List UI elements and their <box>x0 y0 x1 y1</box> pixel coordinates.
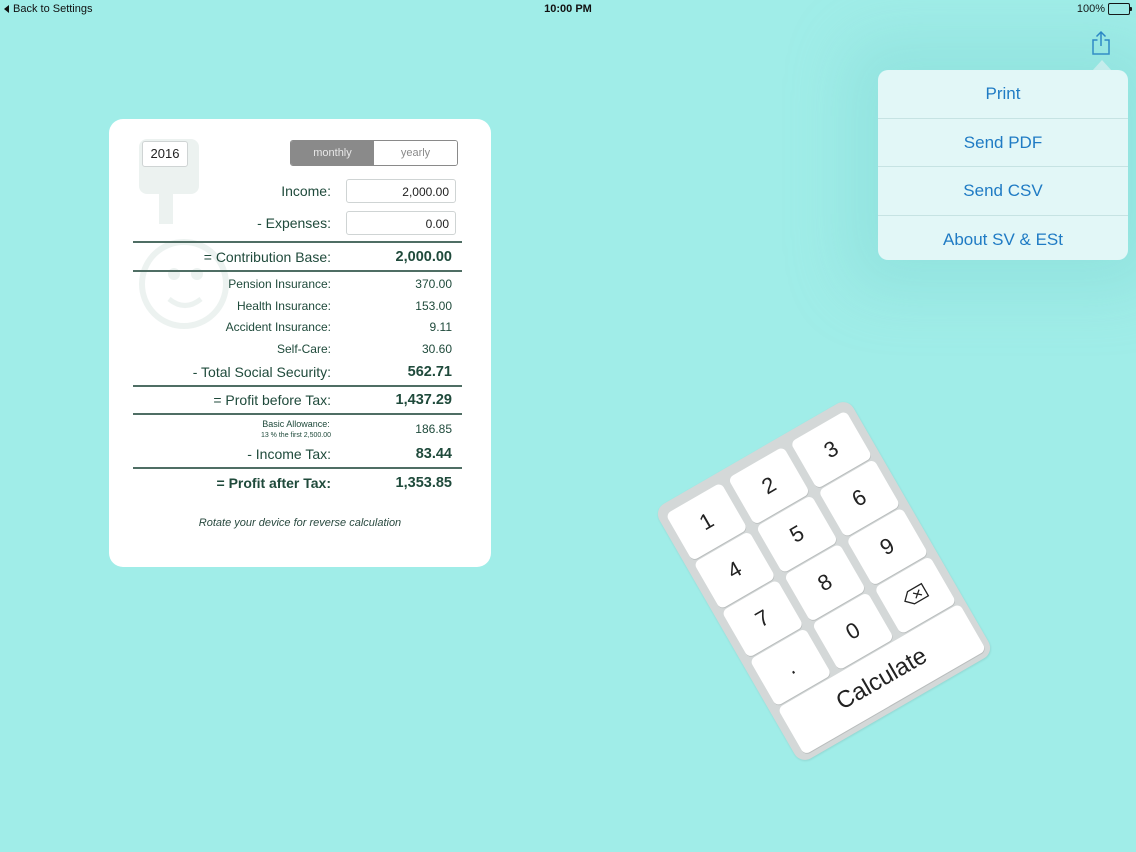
accident-row: Accident Insurance: 9.11 <box>133 320 461 336</box>
about-menu-item[interactable]: About SV & ESt <box>878 216 1128 264</box>
total-ss-label: - Total Social Security: <box>192 364 331 380</box>
accident-label: Accident Insurance: <box>225 320 331 334</box>
selfcare-label: Self-Care: <box>276 342 331 356</box>
divider <box>133 270 462 272</box>
status-bar: Back to Settings 10:00 PM 100% <box>0 0 1136 18</box>
expenses-label: - Expenses: <box>257 215 331 231</box>
total-ss-value: 562.71 <box>407 364 452 380</box>
total-social-security-row: - Total Social Security: 562.71 <box>133 364 461 384</box>
income-input[interactable]: 2,000.00 <box>346 179 456 203</box>
status-time: 10:00 PM <box>544 3 592 15</box>
selfcare-row: Self-Care: 30.60 <box>133 342 461 358</box>
monthly-segment[interactable]: monthly <box>291 141 374 165</box>
income-tax-label: - Income Tax: <box>247 446 331 462</box>
allowance-value: 186.85 <box>415 422 452 436</box>
pension-row: Pension Insurance: 370.00 <box>133 277 461 293</box>
expenses-row: - Expenses: 0.00 <box>133 211 461 237</box>
send-csv-menu-item[interactable]: Send CSV <box>878 167 1128 216</box>
allowance-label-block: Basic Allowance: 13 % the first 2,500.00 <box>261 419 331 441</box>
health-row: Health Insurance: 153.00 <box>133 299 461 315</box>
rotate-note: Rotate your device for reverse calculati… <box>198 517 402 529</box>
income-label: Income: <box>281 183 331 199</box>
send-pdf-menu-item[interactable]: Send PDF <box>878 119 1128 167</box>
divider <box>133 467 462 469</box>
profit-before-tax-row: = Profit before Tax: 1,437.29 <box>133 392 461 412</box>
divider <box>133 385 462 387</box>
expenses-input[interactable]: 0.00 <box>346 211 456 235</box>
profit-before-value: 1,437.29 <box>395 392 452 408</box>
income-tax-value: 83.44 <box>415 446 452 462</box>
health-value: 153.00 <box>415 299 452 313</box>
battery-percent: 100% <box>1076 3 1105 15</box>
print-menu-item[interactable]: Print <box>878 70 1128 119</box>
health-label: Health Insurance: <box>236 299 331 313</box>
contribution-base-row: = Contribution Base: 2,000.00 <box>133 249 461 269</box>
selfcare-value: 30.60 <box>421 342 452 356</box>
basic-allowance-row: Basic Allowance: 13 % the first 2,500.00… <box>133 419 461 441</box>
period-segmented-control: monthly yearly <box>290 140 458 166</box>
battery-icon <box>1108 3 1132 15</box>
allowance-sub: 13 % the first 2,500.00 <box>260 432 331 439</box>
profit-before-label: = Profit before Tax: <box>213 392 331 408</box>
contribution-base-value: 2,000.00 <box>395 249 452 265</box>
calculator-card: 2016 monthly yearly Income: 2,000.00 - E… <box>109 119 491 567</box>
contribution-base-label: = Contribution Base: <box>203 249 331 265</box>
divider <box>133 413 462 415</box>
year-selector[interactable]: 2016 <box>142 141 188 167</box>
share-icon <box>1092 30 1110 55</box>
income-row: Income: 2,000.00 <box>133 179 461 205</box>
divider <box>133 241 462 243</box>
pension-value: 370.00 <box>415 277 452 291</box>
yearly-segment[interactable]: yearly <box>374 141 457 165</box>
profit-after-label: = Profit after Tax: <box>216 475 332 491</box>
numeric-keypad: 1 2 3 4 5 6 7 8 9 . 0 Calculate <box>653 397 995 765</box>
profit-after-value: 1,353.85 <box>395 475 452 491</box>
share-menu: Print Send PDF Send CSV About SV & ESt <box>878 70 1128 260</box>
pension-label: Pension Insurance: <box>228 277 331 291</box>
backspace-icon <box>904 582 930 605</box>
share-button[interactable] <box>1090 30 1112 56</box>
income-tax-row: - Income Tax: 83.44 <box>133 446 461 466</box>
allowance-label: Basic Allowance: <box>262 419 330 429</box>
profit-after-tax-row: = Profit after Tax: 1,353.85 <box>133 475 461 495</box>
accident-value: 9.11 <box>429 320 452 334</box>
battery-status: 100% <box>1076 3 1132 15</box>
